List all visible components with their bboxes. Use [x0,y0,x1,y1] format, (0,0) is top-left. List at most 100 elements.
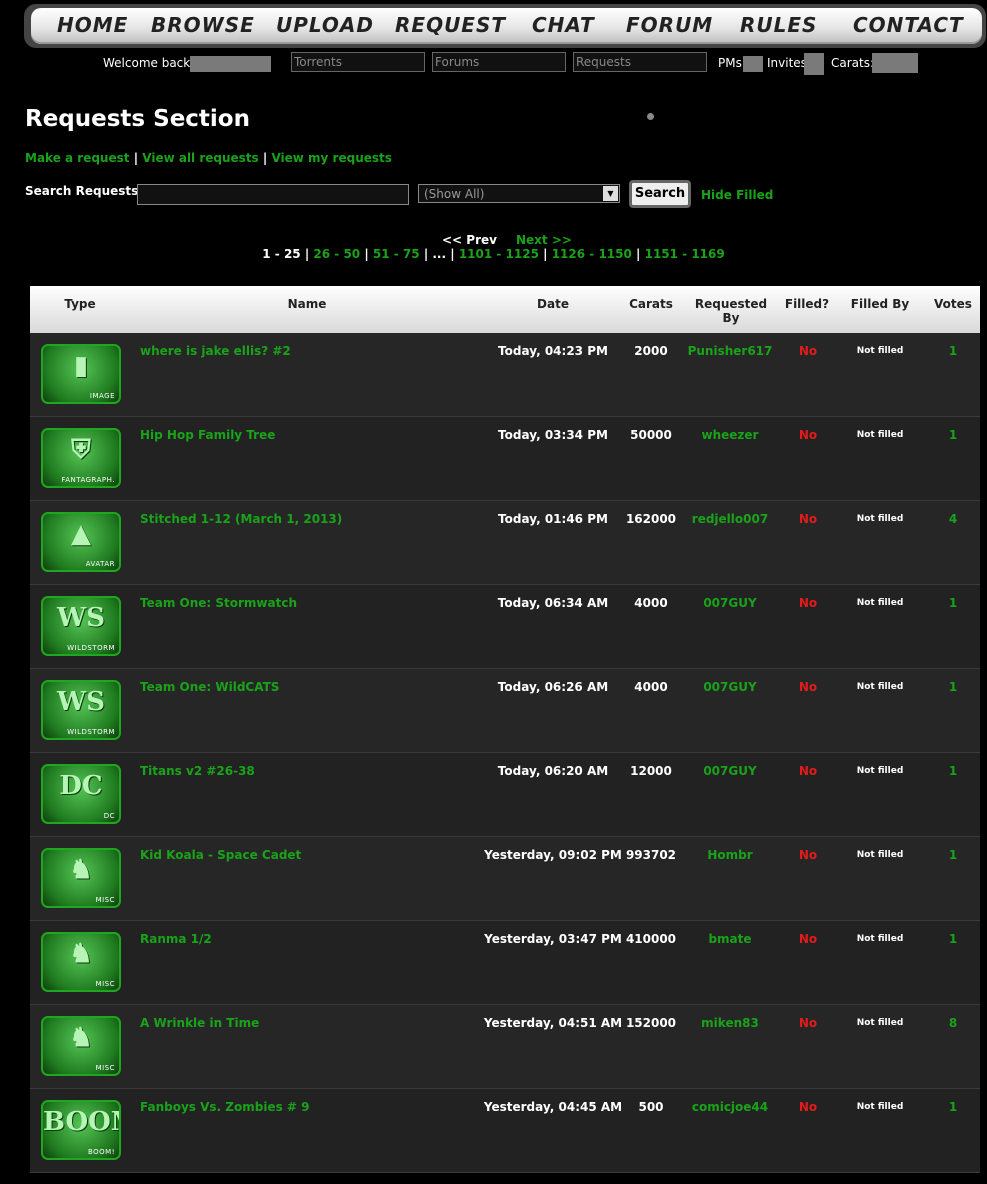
requester-link[interactable]: Hombr [680,848,780,862]
dc-icon[interactable]: DC DC [41,764,121,824]
request-name-link[interactable]: Fanboys Vs. Zombies # 9 [140,1100,309,1114]
votes-count[interactable]: 8 [938,1016,968,1030]
filled-status: No [798,680,818,694]
request-name-link[interactable]: Kid Koala - Space Cadet [140,848,301,862]
col-date[interactable]: Date [503,297,603,311]
category-label: WILDSTORM [67,644,115,652]
avatar-icon[interactable]: ▲ AVATAR [41,512,121,572]
misc-donkey-icon[interactable]: ♞ MISC [41,848,121,908]
invites-count-redacted [804,53,824,75]
request-name-link[interactable]: Ranma 1/2 [140,932,212,946]
torrents-search-input[interactable]: Torrents [291,52,425,72]
request-search-input[interactable] [137,184,409,205]
col-requested-by[interactable]: Requested By [692,297,770,325]
requester-link[interactable]: 007GUY [680,680,780,694]
votes-count[interactable]: 1 [938,1100,968,1114]
page-link[interactable]: 1126 - 1150 [552,247,632,261]
nav-contact[interactable]: CONTACT [853,13,964,37]
request-name-link[interactable]: Team One: Stormwatch [140,596,297,610]
boom-icon[interactable]: BOOM! BOOM! [41,1100,121,1160]
nav-request[interactable]: REQUEST [395,13,506,37]
category-label: MISC [95,980,115,988]
page-link[interactable]: 26 - 50 [313,247,360,261]
requester-link[interactable]: bmate [680,932,780,946]
invites-label: Invites [767,56,807,70]
request-name-link[interactable]: Hip Hop Family Tree [140,428,275,442]
chevron-down-icon[interactable]: ▼ [603,186,618,201]
votes-count[interactable]: 1 [938,764,968,778]
filled-by: Not filled [856,766,904,776]
requester-link[interactable]: 007GUY [680,764,780,778]
requests-search-input[interactable]: Requests [573,52,707,72]
requester-link[interactable]: wheezer [680,428,780,442]
view-my-requests-link[interactable]: View my requests [271,151,391,165]
table-row: WS WILDSTORM Team One: WildCATS Today, 06:2… [30,669,980,753]
search-button[interactable]: Search [629,180,691,208]
page-link[interactable]: 1101 - 1125 [459,247,539,261]
requester-link[interactable]: redjello007 [680,512,780,526]
category-label: FANTAGRAPH. [61,476,115,484]
votes-count[interactable]: 1 [938,344,968,358]
category-label: WILDSTORM [67,728,115,736]
nav-home[interactable]: HOME [57,13,128,37]
wildstorm-icon[interactable]: WS WILDSTORM [41,680,121,740]
col-carats[interactable]: Carats [621,297,681,311]
requester-link[interactable]: comicjoe44 [680,1100,780,1114]
request-name-link[interactable]: A Wrinkle in Time [140,1016,259,1030]
main-nav: HOME BROWSE UPLOAD REQUEST CHAT FORUM RU… [31,8,982,44]
request-date: Today, 06:26 AM [497,680,609,694]
request-date: Today, 06:20 AM [497,764,609,778]
image-icon[interactable]: ▮ IMAGE [41,344,121,404]
votes-count[interactable]: 1 [938,428,968,442]
requester-link[interactable]: 007GUY [680,596,780,610]
filled-by: Not filled [856,934,904,944]
table-row: ♞ MISC Ranma 1/2 Yesterday, 03:47 PM 410000 b… [30,921,980,1005]
misc-donkey-icon[interactable]: ♞ MISC [41,1016,121,1076]
make-request-link[interactable]: Make a request [25,151,130,165]
nav-upload[interactable]: UPLOAD [276,13,374,37]
filled-status: No [798,596,818,610]
pms-count-redacted[interactable] [743,56,763,72]
prev-link[interactable]: << Prev [442,233,497,247]
nav-chat[interactable]: CHAT [532,13,595,37]
col-votes[interactable]: Votes [928,297,978,311]
requester-link[interactable]: miken83 [680,1016,780,1030]
votes-count[interactable]: 4 [938,512,968,526]
votes-count[interactable]: 1 [938,596,968,610]
nav-rules[interactable]: RULES [740,13,817,37]
hide-filled-link[interactable]: Hide Filled [701,188,773,202]
request-name-link[interactable]: where is jake ellis? #2 [140,344,291,358]
request-name-link[interactable]: Titans v2 #26-38 [140,764,255,778]
request-date: Today, 01:46 PM [498,512,608,526]
col-filled[interactable]: Filled? [782,297,832,311]
page-link[interactable]: 1151 - 1169 [645,247,725,261]
request-date: Yesterday, 04:51 AM [483,1016,623,1030]
votes-count[interactable]: 1 [938,932,968,946]
votes-count[interactable]: 1 [938,848,968,862]
requester-link[interactable]: Punisher617 [680,344,780,358]
request-filter-select[interactable]: (Show All) ▼ [418,184,620,203]
request-carats: 410000 [625,932,677,946]
category-glyph: BOOM! [43,1107,119,1137]
nav-forum[interactable]: FORUM [626,13,713,37]
request-carats: 993702 [625,848,677,862]
page-link[interactable]: 51 - 75 [373,247,420,261]
nav-browse[interactable]: BROWSE [151,13,255,37]
col-filled-by[interactable]: Filled By [845,297,915,311]
category-label: IMAGE [89,392,115,400]
col-type[interactable]: Type [50,297,110,311]
votes-count[interactable]: 1 [938,680,968,694]
col-name[interactable]: Name [257,297,357,311]
view-all-requests-link[interactable]: View all requests [142,151,258,165]
table-row: ♞ MISC Kid Koala - Space Cadet Yesterday, 0… [30,837,980,921]
wildstorm-icon[interactable]: WS WILDSTORM [41,596,121,656]
request-name-link[interactable]: Stitched 1-12 (March 1, 2013) [140,512,342,526]
pms-label: PMs: [718,56,746,70]
filled-by: Not filled [856,346,904,356]
request-date: Yesterday, 03:47 PM [484,932,622,946]
fantagraphics-icon[interactable]: ⛨ FANTAGRAPH. [41,428,121,488]
forums-search-input[interactable]: Forums [432,52,566,72]
request-name-link[interactable]: Team One: WildCATS [140,680,279,694]
next-link[interactable]: Next >> [516,233,572,247]
misc-donkey-icon[interactable]: ♞ MISC [41,932,121,992]
